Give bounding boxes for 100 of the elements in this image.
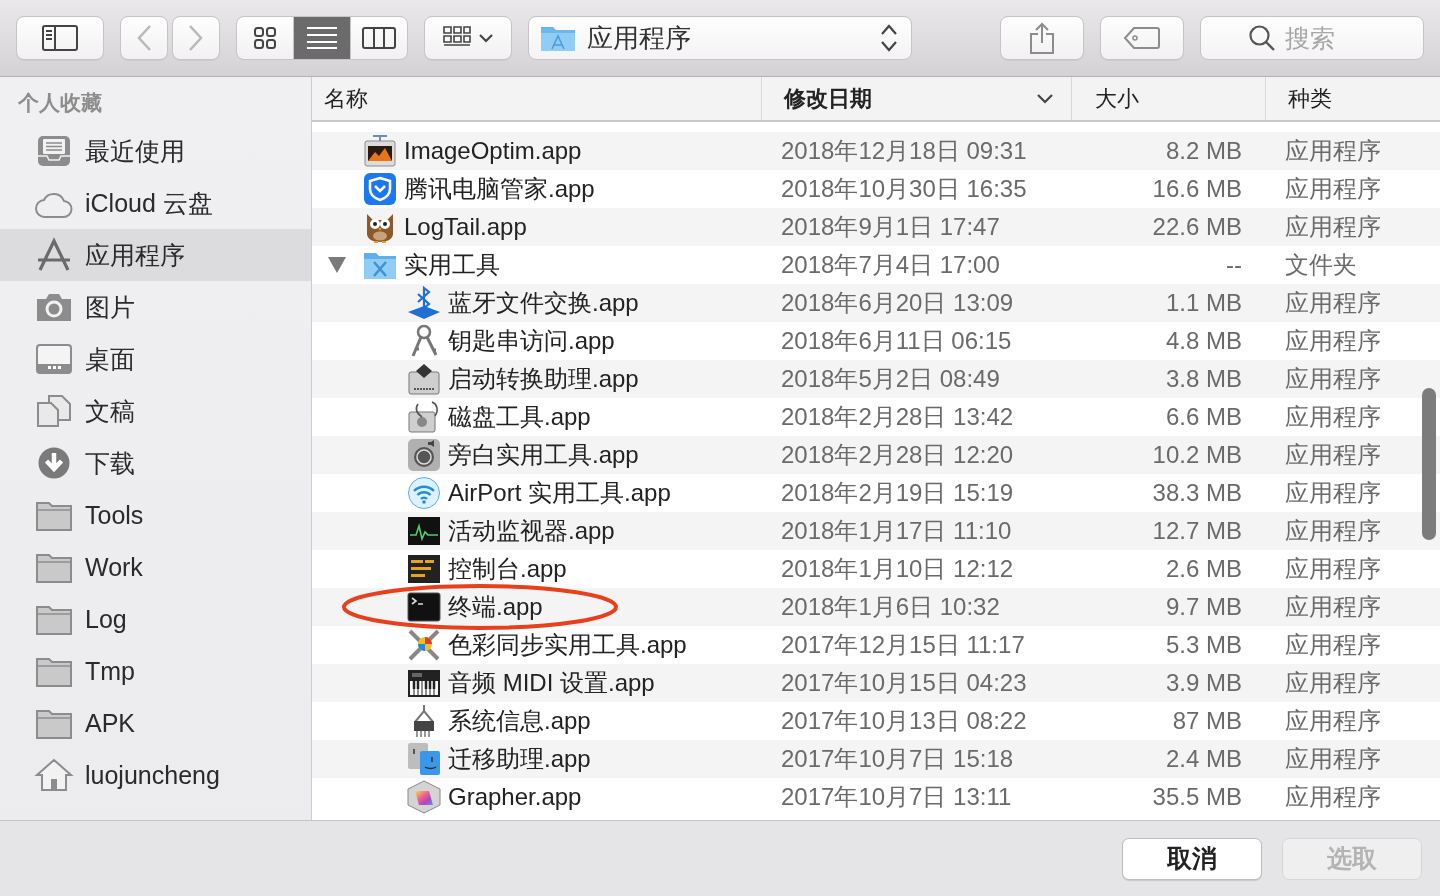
file-size: 10.2 MB: [1151, 441, 1243, 469]
date-modified: 2018年5月2日 08:49: [780, 364, 1001, 394]
file-size: --: [1225, 251, 1243, 279]
sidebar-item[interactable]: 桌面: [0, 333, 311, 385]
file-type: 应用程序: [1284, 630, 1382, 660]
file-name: 钥匙串访问.app: [448, 326, 615, 356]
file-type: 应用程序: [1284, 744, 1382, 774]
file-row[interactable]: 音频 MIDI 设置.app 2017年10月15日 04:23 3.9 MB 应用程序: [312, 664, 1440, 702]
camera-icon: [36, 291, 72, 323]
date-modified: 2018年1月10日 12:12: [780, 554, 1015, 584]
file-name: 色彩同步实用工具.app: [448, 630, 687, 660]
file-size: 12.7 MB: [1151, 517, 1243, 545]
column-header[interactable]: 修改日期: [762, 77, 1072, 120]
file-row[interactable]: 旁白实用工具.app 2018年2月28日 12:20 10.2 MB 应用程序: [312, 436, 1440, 474]
tag-button[interactable]: [1100, 16, 1184, 60]
file-size: 1.1 MB: [1164, 289, 1243, 317]
file-type: 应用程序: [1284, 782, 1382, 812]
tag-icon: [1124, 27, 1160, 49]
chevron-left-icon: [137, 25, 151, 51]
sidebar-item[interactable]: 应用程序: [0, 229, 311, 281]
disclosure-triangle[interactable]: [328, 257, 346, 273]
share-button[interactable]: [1000, 16, 1084, 60]
file-size: 5.3 MB: [1164, 631, 1243, 659]
file-row[interactable]: 迁移助理.app 2017年10月7日 15:18 2.4 MB 应用程序: [312, 740, 1440, 778]
date-modified: 2017年10月7日 13:11: [780, 782, 1013, 812]
file-size: 3.9 MB: [1164, 669, 1243, 697]
sidebar-item[interactable]: iCloud 云盘: [0, 177, 311, 229]
sidebar-item[interactable]: 文稿: [0, 385, 311, 437]
sidebar-item[interactable]: Log: [0, 593, 311, 645]
sidebar-item[interactable]: luojuncheng: [0, 749, 311, 801]
date-modified: 2018年2月28日 12:20: [780, 440, 1015, 470]
file-name: Grapher.app: [448, 783, 582, 811]
sidebar-item[interactable]: Tools: [0, 489, 311, 541]
piano-icon: [408, 667, 440, 699]
folder-icon: [36, 707, 72, 739]
date-modified: 2018年1月6日 10:32: [780, 592, 1001, 622]
file-type: 应用程序: [1284, 592, 1382, 622]
wifi-icon: [408, 477, 440, 509]
arrange-button[interactable]: [424, 16, 512, 60]
file-type: 应用程序: [1284, 288, 1382, 318]
sidebar-item[interactable]: Work: [0, 541, 311, 593]
drafting-a-icon: [36, 239, 72, 271]
file-name: 活动监视器.app: [448, 516, 615, 546]
share-icon: [1030, 22, 1054, 54]
file-row[interactable]: 终端.app 2018年1月6日 10:32 9.7 MB 应用程序: [312, 588, 1440, 626]
date-modified: 2017年10月15日 04:23: [780, 668, 1028, 698]
sidebar-item[interactable]: APK: [0, 697, 311, 749]
date-modified: 2018年6月11日 06:15: [780, 326, 1013, 356]
grid-icon: [254, 27, 276, 49]
dialog-button[interactable]: 取消: [1122, 837, 1262, 880]
speaker-icon: [408, 439, 440, 471]
file-row[interactable]: 启动转换助理.app 2018年5月2日 08:49 3.8 MB 应用程序: [312, 360, 1440, 398]
file-name: 蓝牙文件交换.app: [448, 288, 639, 318]
house-icon: [36, 759, 72, 791]
folder-icon: [36, 551, 72, 583]
sidebar-item[interactable]: 下载: [0, 437, 311, 489]
path-popup[interactable]: 应用程序: [528, 16, 912, 60]
download-icon: [36, 447, 72, 479]
activity-graph-icon: [408, 515, 440, 547]
sidebar-item[interactable]: 图片: [0, 281, 311, 333]
folder-icon: [36, 499, 72, 531]
file-type: 应用程序: [1284, 668, 1382, 698]
file-type: 应用程序: [1284, 402, 1382, 432]
file-type: 应用程序: [1284, 326, 1382, 356]
file-type: 应用程序: [1284, 516, 1382, 546]
column-header[interactable]: 大小: [1072, 77, 1266, 120]
date-modified: 2018年10月30日 16:35: [780, 174, 1028, 204]
search-field[interactable]: 搜索: [1200, 16, 1424, 60]
photo-frame-icon: [364, 135, 396, 167]
tray-icon: [36, 135, 72, 167]
file-name: 腾讯电脑管家.app: [404, 174, 595, 204]
file-row[interactable]: 活动监视器.app 2018年1月17日 11:10 12.7 MB 应用程序: [312, 512, 1440, 550]
date-modified: 2018年2月28日 13:42: [780, 402, 1015, 432]
column-header[interactable]: 种类: [1266, 77, 1440, 120]
file-size: 4.8 MB: [1164, 327, 1243, 355]
color-calipers-icon: [408, 629, 440, 661]
file-name: 音频 MIDI 设置.app: [448, 668, 655, 698]
date-modified: 2017年10月7日 15:18: [780, 744, 1015, 774]
file-type: 应用程序: [1284, 440, 1382, 470]
sidebar-item[interactable]: 最近使用: [0, 125, 311, 177]
columns-icon: [362, 27, 396, 49]
file-size: 2.6 MB: [1164, 555, 1243, 583]
file-size: 22.6 MB: [1151, 213, 1243, 241]
file-size: 3.8 MB: [1164, 365, 1243, 393]
sidebar-toggle-button[interactable]: [16, 16, 104, 60]
date-modified: 2018年9月1日 17:47: [780, 212, 1001, 242]
graph-cube-icon: [408, 781, 440, 813]
file-type: 应用程序: [1284, 212, 1382, 242]
file-row[interactable]: 蓝牙文件交换.app 2018年6月20日 13:09 1.1 MB 应用程序: [312, 284, 1440, 322]
file-type: 文件夹: [1284, 250, 1358, 280]
file-name: 磁盘工具.app: [448, 402, 591, 432]
sidebar-item[interactable]: Tmp: [0, 645, 311, 697]
file-row[interactable]: LogTail.app 2018年9月1日 17:47 22.6 MB 应用程序: [312, 208, 1440, 246]
file-name: ImageOptim.app: [404, 137, 582, 165]
scrollbar-thumb[interactable]: [1422, 388, 1436, 540]
file-row[interactable]: ImageOptim.app 2018年12月18日 09:31 8.2 MB 应用程序: [312, 132, 1440, 170]
column-header[interactable]: 名称: [312, 77, 762, 120]
view-mode-button[interactable]: [293, 17, 350, 59]
date-modified: 2018年12月18日 09:31: [780, 136, 1028, 166]
file-size: 8.2 MB: [1164, 137, 1243, 165]
